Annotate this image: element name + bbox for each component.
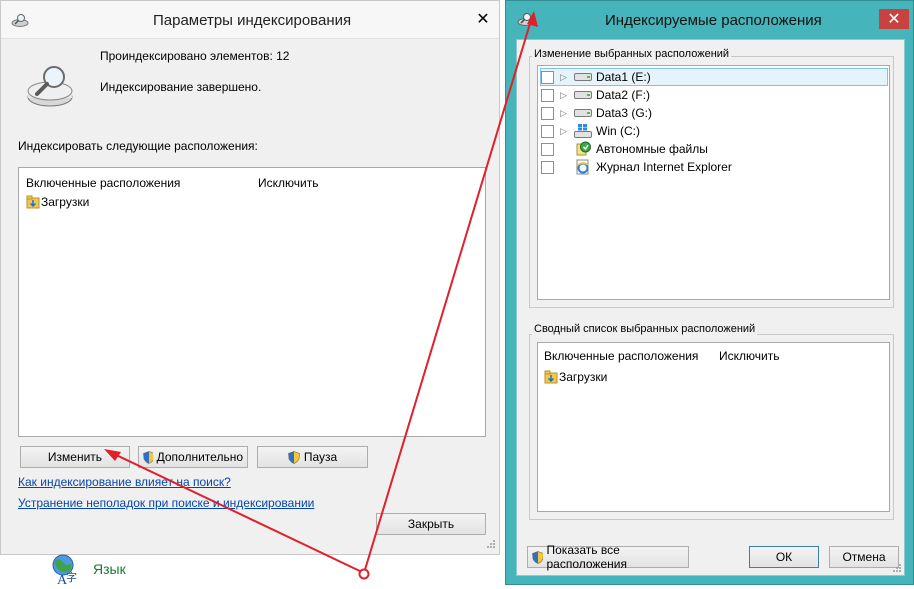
troubleshoot-link[interactable]: Устранение неполадок при поиске и индекс… — [18, 496, 314, 510]
list-item[interactable]: Загрузки — [26, 195, 89, 209]
tree-item-win[interactable]: ▷ Win (C:) — [541, 122, 640, 140]
list-item-label: Загрузки — [559, 370, 608, 384]
indexing-status-text: Индексирование завершено. — [100, 80, 262, 94]
tree-item-label: Data1 (E:) — [596, 70, 651, 84]
ie-history-icon — [574, 159, 592, 175]
expand-arrow-icon[interactable]: ▷ — [560, 108, 570, 119]
checkbox[interactable] — [541, 160, 554, 174]
tree-item-data3[interactable]: ▷ Data3 (G:) — [541, 104, 652, 122]
ok-button-label: ОК — [775, 550, 793, 564]
title-bar[interactable]: Параметры индексирования ✕ — [1, 1, 499, 39]
tree-item-data2[interactable]: ▷ Data2 (F:) — [541, 86, 650, 104]
indexing-options-window: Параметры индексирования ✕ Проиндексиров… — [0, 0, 500, 555]
show-all-label: Показать все расположения — [546, 543, 627, 571]
list-item[interactable]: Загрузки — [544, 370, 607, 384]
summary-list[interactable]: Включенные расположения Исключить Загруз… — [537, 342, 890, 512]
language-globe-icon: A 字 — [52, 554, 77, 585]
expand-arrow-icon[interactable]: ▷ — [560, 72, 570, 83]
drive-icon — [574, 70, 592, 84]
folder-downloads-icon — [544, 370, 558, 384]
pause-button[interactable]: Пауза — [257, 446, 368, 468]
ok-button[interactable]: ОК — [749, 546, 819, 568]
advanced-button-label: Дополнительно — [156, 450, 243, 464]
folder-downloads-icon — [26, 195, 40, 209]
window-title: Параметры индексирования — [153, 12, 352, 29]
indexing-search-help-link[interactable]: Как индексирование влияет на поиск? — [18, 475, 231, 489]
indexing-app-icon — [517, 13, 535, 26]
tree-item-ie-history[interactable]: Журнал Internet Explorer — [541, 158, 732, 176]
list-item-label: Загрузки — [41, 195, 90, 209]
items-indexed-count: Проиндексировано элементов: 12 — [100, 49, 290, 63]
pause-button-label: Пауза — [303, 450, 338, 464]
change-locations-label: Изменение выбранных расположений — [532, 48, 732, 60]
close-button[interactable]: Закрыть — [376, 513, 486, 535]
checkbox[interactable] — [541, 106, 554, 120]
indexing-status-icon — [27, 66, 73, 107]
close-button-label: Закрыть — [407, 517, 455, 531]
summary-column-exclude: Исключить — [719, 349, 780, 363]
tree-item-label: Журнал Internet Explorer — [596, 160, 732, 174]
modify-button[interactable]: Изменить — [20, 446, 130, 468]
dialog-client: Изменение выбранных расположений ▷ Data1… — [516, 39, 905, 576]
title-bar[interactable]: Индексируемые расположения ✕ — [506, 1, 913, 39]
summary-label: Сводный список выбранных расположений — [532, 323, 758, 335]
close-icon[interactable]: ✕ — [467, 9, 499, 29]
indexed-locations-list[interactable]: Включенные расположения Исключить Загруз… — [18, 167, 486, 437]
cancel-button[interactable]: Отмена — [829, 546, 899, 568]
svg-text:字: 字 — [66, 570, 77, 584]
show-all-locations-button[interactable]: Показать все расположения — [527, 543, 689, 571]
tree-item-offline-files[interactable]: Автономные файлы — [541, 140, 708, 158]
locations-section-label: Индексировать следующие расположения: — [18, 139, 258, 153]
expand-arrow-icon[interactable]: ▷ — [560, 126, 570, 137]
tree-item-label: Win (C:) — [596, 124, 640, 138]
drive-icon — [574, 106, 592, 120]
uac-shield-icon — [143, 450, 153, 464]
tree-item-label: Data3 (G:) — [596, 106, 653, 120]
advanced-button[interactable]: Дополнительно — [138, 446, 248, 468]
modify-button-label: Изменить — [47, 450, 103, 464]
resize-grip-icon[interactable] — [485, 538, 497, 550]
cancel-button-label: Отмена — [842, 550, 886, 564]
close-icon[interactable]: ✕ — [879, 9, 909, 29]
indexed-locations-window: Индексируемые расположения ✕ Изменение в… — [505, 0, 914, 585]
locations-tree[interactable]: ▷ Data1 (E:) ▷ Data2 (F:) ▷ Data3 (G:) ▷… — [537, 65, 890, 300]
checkbox[interactable] — [541, 88, 554, 102]
tree-item-label: Автономные файлы — [596, 142, 708, 156]
uac-shield-icon — [288, 450, 300, 464]
windows-drive-icon — [574, 124, 592, 138]
drive-icon — [574, 88, 592, 102]
column-included: Включенные расположения — [26, 176, 181, 190]
summary-column-included: Включенные расположения — [544, 349, 699, 363]
resize-grip-icon[interactable] — [891, 562, 903, 574]
checkbox[interactable] — [541, 142, 554, 156]
tree-item-label: Data2 (F:) — [596, 88, 651, 102]
tree-item-data1[interactable]: ▷ Data1 (E:) — [540, 68, 888, 86]
annotation-origin-dot — [358, 568, 370, 580]
checkbox[interactable] — [541, 70, 554, 84]
window-title: Индексируемые расположения — [605, 12, 822, 29]
checkbox[interactable] — [541, 124, 554, 138]
language-item[interactable]: A 字 Язык — [49, 553, 126, 585]
expand-arrow-icon[interactable]: ▷ — [560, 90, 570, 101]
indexing-app-icon — [11, 14, 29, 27]
offline-files-icon — [574, 141, 592, 156]
column-exclude: Исключить — [258, 176, 319, 190]
uac-shield-icon — [532, 550, 543, 564]
language-label: Язык — [93, 561, 126, 577]
